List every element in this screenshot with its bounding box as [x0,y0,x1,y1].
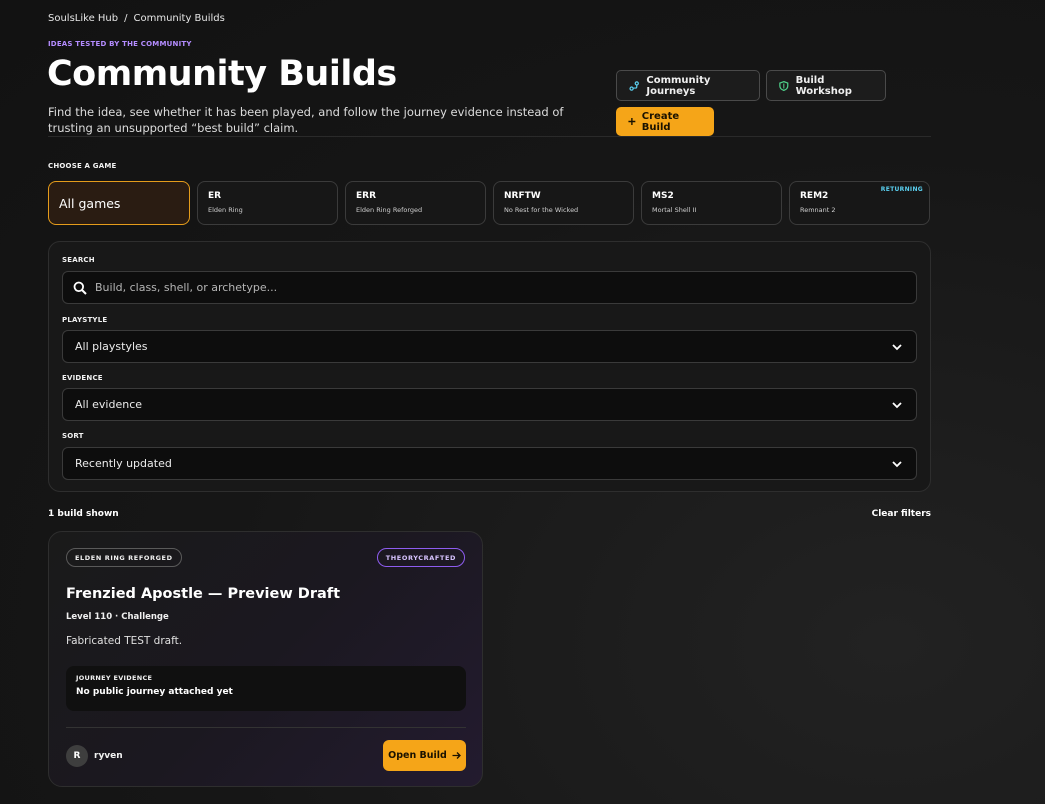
game-name: Elden Ring [208,206,243,214]
avatar: R [66,745,88,767]
route-icon [629,80,639,91]
create-build-button[interactable]: Create Build [616,107,714,136]
evidence-label: EVIDENCE [62,374,103,382]
status-badge: THEORYCRAFTED [376,548,465,567]
search-input[interactable]: Build, class, shell, or archetype... [62,271,917,304]
clear-filters-link[interactable]: Clear filters [872,509,931,519]
evidence-select[interactable]: All evidence [62,388,917,421]
page-description: Find the idea, see whether it has been p… [48,105,564,135]
build-meta: Level 110 · Challenge [66,612,169,622]
journey-evidence-text: No public journey attached yet [76,687,233,697]
game-card-ms2[interactable]: MS2 Mortal Shell II [641,181,782,225]
search-label: SEARCH [62,256,95,264]
game-code: MS2 [652,191,674,201]
game-code: ERR [356,191,377,201]
build-workshop-label: Build Workshop [795,74,852,97]
arrow-right-icon [452,752,461,759]
build-description: Fabricated TEST draft. [66,635,183,647]
game-name: No Rest for the Wicked [504,206,579,214]
community-journeys-button[interactable]: Community Journeys [616,70,760,101]
open-build-button[interactable]: Open Build [383,740,466,771]
playstyle-value: All playstyles [75,340,148,353]
search-placeholder: Build, class, shell, or archetype... [95,281,278,294]
breadcrumb-home-link[interactable]: SoulsLike Hub [48,13,118,24]
game-selector: All games ER Elden Ring ERR Elden Ring R… [48,181,930,225]
game-name: Elden Ring Reforged [356,206,423,214]
page-title: Community Builds [47,54,397,94]
game-name: Remnant 2 [800,206,836,214]
playstyle-select[interactable]: All playstyles [62,330,917,363]
game-card-all-label: All games [59,195,121,211]
build-workshop-button[interactable]: Build Workshop [766,70,886,101]
page: SoulsLike Hub / Community Builds IDEAS T… [0,0,1045,804]
chevron-down-icon [892,343,902,350]
game-card-rem2[interactable]: RETURNING REM2 Remnant 2 [789,181,930,225]
author-name[interactable]: ryven [94,751,123,761]
sort-select[interactable]: Recently updated [62,447,917,480]
game-code: NRFTW [504,191,541,201]
returning-badge: RETURNING [880,186,923,193]
game-name: Mortal Shell II [652,206,697,214]
create-build-label: Create Build [641,110,680,133]
search-icon [73,281,87,295]
breadcrumb-separator: / [124,13,128,24]
open-build-label: Open Build [388,750,447,761]
card-divider [66,727,466,728]
build-title[interactable]: Frenzied Apostle — Preview Draft [66,586,340,602]
header-divider [48,136,931,137]
plus-icon [628,118,636,125]
journey-evidence-box: JOURNEY EVIDENCE No public journey attac… [66,666,466,711]
journey-evidence-label: JOURNEY EVIDENCE [76,674,153,682]
playstyle-label: PLAYSTYLE [62,316,108,324]
sort-value: Recently updated [75,457,172,470]
game-card-err[interactable]: ERR Elden Ring Reforged [345,181,486,225]
build-card[interactable]: ELDEN RING REFORGED THEORYCRAFTED Frenzi… [48,531,483,787]
sort-label: SORT [62,432,84,440]
game-code: ER [208,191,222,201]
evidence-value: All evidence [75,398,143,411]
filter-panel: SEARCH Build, class, shell, or archetype… [48,241,931,492]
game-card-er[interactable]: ER Elden Ring [197,181,338,225]
page-eyebrow: IDEAS TESTED BY THE COMMUNITY [48,40,192,48]
chevron-down-icon [892,401,902,408]
shield-icon [779,80,789,91]
community-journeys-label: Community Journeys [646,74,711,97]
game-pill: ELDEN RING REFORGED [66,548,182,567]
game-card-nrftw[interactable]: NRFTW No Rest for the Wicked [493,181,634,225]
game-card-all[interactable]: All games [48,181,190,225]
breadcrumb: SoulsLike Hub / Community Builds [48,13,225,24]
breadcrumb-current: Community Builds [133,13,225,24]
chevron-down-icon [892,460,902,467]
results-count: 1 build shown [48,509,119,519]
choose-game-label: CHOOSE A GAME [48,162,117,170]
